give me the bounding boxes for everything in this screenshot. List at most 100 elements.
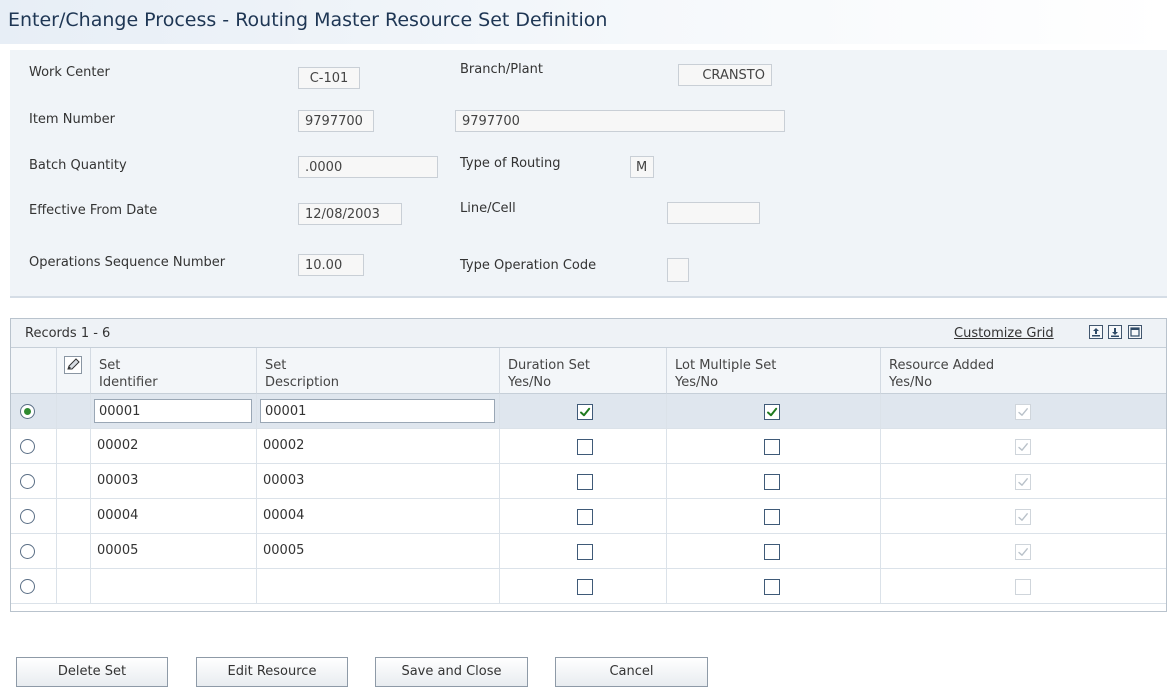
set-identifier-cell[interactable]: 00002 — [91, 429, 257, 463]
set-identifier-cell[interactable]: 00003 — [91, 464, 257, 498]
page-title: Enter/Change Process - Routing Master Re… — [8, 9, 608, 31]
cancel-button[interactable]: Cancel — [555, 657, 708, 687]
set-identifier-cell[interactable]: 00001 — [91, 394, 257, 428]
resource-added-checkbox — [1015, 439, 1031, 455]
table-row[interactable] — [11, 569, 1166, 604]
page-title-bar: Enter/Change Process - Routing Master Re… — [0, 0, 1167, 44]
lot-multiple-set-cell — [667, 499, 881, 533]
duration-set-checkbox[interactable] — [577, 474, 593, 490]
set-description-cell[interactable]: 00001 — [257, 394, 500, 428]
column-duration-set-line2: Yes/No — [508, 375, 552, 390]
column-edit — [57, 348, 91, 394]
duration-set-checkbox[interactable] — [577, 439, 593, 455]
set-identifier-cell[interactable] — [91, 569, 257, 603]
row-edit-cell — [57, 499, 91, 533]
duration-set-checkbox[interactable] — [577, 509, 593, 525]
duration-set-checkbox[interactable] — [577, 544, 593, 560]
resource-set-grid: Records 1 - 6 Customize Grid Set Identif… — [10, 318, 1167, 612]
edit-resource-button[interactable]: Edit Resource — [196, 657, 348, 687]
import-icon[interactable] — [1108, 325, 1122, 339]
item-description-field: 9797700 — [455, 110, 785, 132]
line-cell-label: Line/Cell — [460, 201, 516, 216]
delete-set-button[interactable]: Delete Set — [16, 657, 168, 687]
table-row[interactable]: 00002 00002 — [11, 429, 1166, 464]
column-set-description-line1: Set — [265, 358, 287, 373]
table-row[interactable]: 00001 00001 — [11, 394, 1166, 429]
set-description-value[interactable]: 00001 — [260, 399, 495, 423]
export-icon[interactable] — [1089, 325, 1103, 339]
duration-set-cell — [500, 499, 667, 533]
row-edit-cell — [57, 534, 91, 568]
set-description-value: 00005 — [263, 543, 305, 558]
set-description-value: 00004 — [263, 508, 305, 523]
column-resource-added-line1: Resource Added — [889, 358, 995, 373]
table-row[interactable]: 00004 00004 — [11, 499, 1166, 534]
effective-from-date-field: 12/08/2003 — [298, 203, 402, 225]
row-select-radio[interactable] — [20, 474, 35, 489]
item-number-label: Item Number — [29, 112, 115, 127]
set-description-cell[interactable] — [257, 569, 500, 603]
lot-multiple-set-checkbox[interactable] — [764, 474, 780, 490]
batch-quantity-label: Batch Quantity — [29, 158, 127, 173]
set-description-cell[interactable]: 00005 — [257, 534, 500, 568]
row-select-cell — [11, 429, 57, 463]
batch-quantity-field: .0000 — [298, 156, 438, 178]
resource-added-cell — [881, 499, 1166, 533]
duration-set-cell — [500, 429, 667, 463]
column-set-identifier: Set Identifier — [91, 348, 257, 394]
set-identifier-value: 00004 — [97, 508, 139, 523]
row-select-radio[interactable] — [20, 509, 35, 524]
duration-set-cell — [500, 569, 667, 603]
set-description-value: 00003 — [263, 473, 305, 488]
lot-multiple-set-checkbox[interactable] — [764, 544, 780, 560]
resource-added-cell — [881, 534, 1166, 568]
grid-toolbar: Records 1 - 6 Customize Grid — [11, 319, 1166, 348]
column-set-description-line2: Description — [265, 375, 340, 390]
effective-from-date-label: Effective From Date — [29, 203, 158, 218]
column-lot-multiple-line1: Lot Multiple Set — [675, 358, 777, 373]
row-select-radio[interactable] — [20, 404, 35, 419]
resource-added-cell — [881, 429, 1166, 463]
column-lot-multiple-line2: Yes/No — [675, 375, 719, 390]
lot-multiple-set-checkbox[interactable] — [764, 439, 780, 455]
lot-multiple-set-cell — [667, 464, 881, 498]
resource-added-cell — [881, 394, 1166, 428]
lot-multiple-set-checkbox[interactable] — [764, 509, 780, 525]
table-row[interactable]: 00003 00003 — [11, 464, 1166, 499]
lot-multiple-set-cell — [667, 569, 881, 603]
set-description-cell[interactable]: 00004 — [257, 499, 500, 533]
lot-multiple-set-cell — [667, 394, 881, 428]
lot-multiple-set-checkbox[interactable] — [764, 579, 780, 595]
set-identifier-cell[interactable]: 00005 — [91, 534, 257, 568]
resource-added-checkbox — [1015, 509, 1031, 525]
pencil-edit-icon[interactable] — [64, 356, 82, 374]
row-select-radio[interactable] — [20, 579, 35, 594]
item-number-field[interactable]: 9797700 — [298, 110, 374, 132]
lot-multiple-set-cell — [667, 429, 881, 463]
row-select-radio[interactable] — [20, 544, 35, 559]
row-select-radio[interactable] — [20, 439, 35, 454]
set-identifier-cell[interactable]: 00004 — [91, 499, 257, 533]
records-count: Records 1 - 6 — [25, 326, 111, 341]
duration-set-cell — [500, 464, 667, 498]
type-of-routing-field: M — [630, 156, 654, 178]
set-description-cell[interactable]: 00003 — [257, 464, 500, 498]
customize-grid-link[interactable]: Customize Grid — [954, 326, 1054, 341]
set-description-cell[interactable]: 00002 — [257, 429, 500, 463]
duration-set-checkbox[interactable] — [577, 579, 593, 595]
row-select-cell — [11, 499, 57, 533]
lot-multiple-set-cell — [667, 534, 881, 568]
set-identifier-value[interactable]: 00001 — [94, 399, 252, 423]
save-and-close-button[interactable]: Save and Close — [375, 657, 528, 687]
lot-multiple-set-checkbox[interactable] — [764, 404, 780, 420]
resource-added-checkbox — [1015, 474, 1031, 490]
table-row[interactable]: 00005 00005 — [11, 534, 1166, 569]
row-select-cell — [11, 394, 57, 428]
column-resource-added-line2: Yes/No — [889, 375, 933, 390]
row-select-cell — [11, 464, 57, 498]
type-operation-code-field — [667, 258, 689, 282]
row-select-cell — [11, 534, 57, 568]
duration-set-checkbox[interactable] — [577, 404, 593, 420]
resource-added-checkbox — [1015, 579, 1031, 595]
maximize-icon[interactable] — [1128, 325, 1142, 339]
